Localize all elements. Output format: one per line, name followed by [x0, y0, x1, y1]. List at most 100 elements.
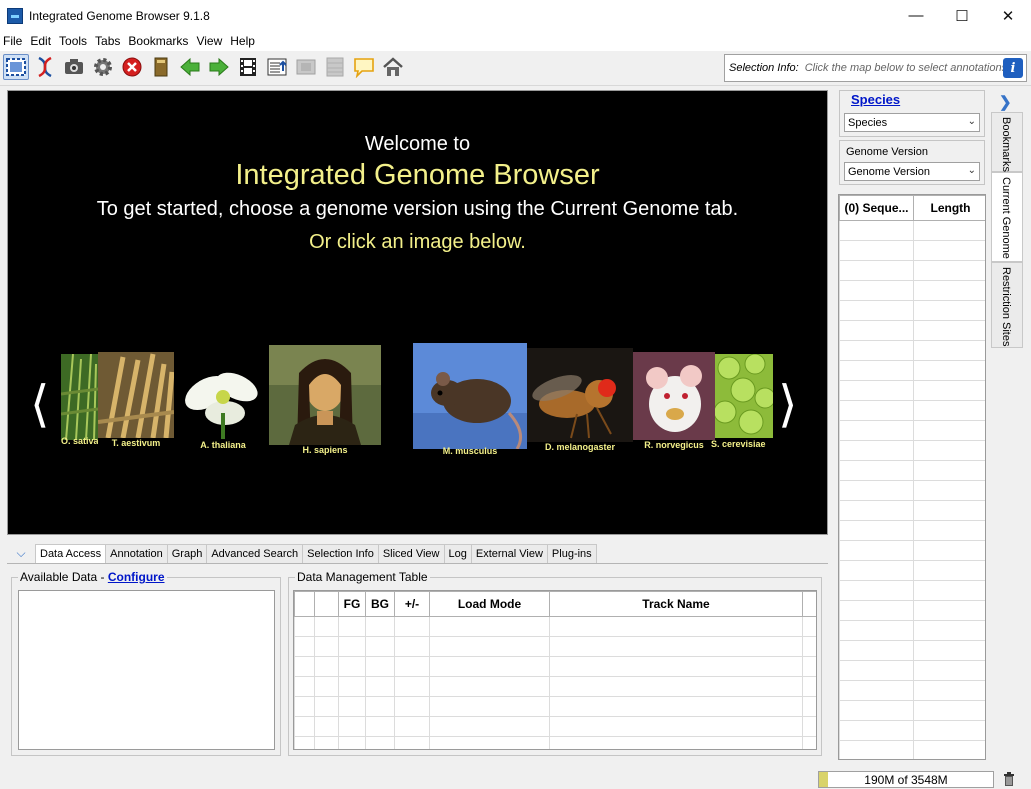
menu-bookmarks[interactable]: Bookmarks	[128, 34, 188, 48]
disabled-panel-button[interactable]	[293, 54, 319, 80]
column-header-plus-minus[interactable]: +/-	[394, 591, 430, 617]
table-row[interactable]	[839, 500, 985, 521]
column-header[interactable]	[314, 591, 339, 617]
tab-graph[interactable]: Graph	[166, 544, 208, 563]
table-row[interactable]	[839, 380, 985, 401]
table-row[interactable]	[839, 420, 985, 441]
table-row[interactable]	[839, 280, 985, 301]
movie-button[interactable]	[235, 54, 261, 80]
carousel-item-wheat[interactable]: T. aestivum	[97, 352, 175, 448]
carousel-item-arabidopsis[interactable]: A. thaliana	[177, 353, 269, 453]
column-header-length[interactable]: Length	[913, 195, 985, 221]
tab-restriction-sites[interactable]: Restriction Sites	[991, 262, 1023, 348]
menu-tools[interactable]: Tools	[59, 34, 87, 48]
tab-data-access[interactable]: Data Access	[35, 544, 107, 563]
menu-file[interactable]: File	[3, 34, 22, 48]
collapse-chevron-down-icon[interactable]: ⌵	[7, 544, 35, 563]
garbage-collect-button[interactable]	[1002, 772, 1016, 789]
menu-edit[interactable]: Edit	[30, 34, 51, 48]
carousel-item-fly[interactable]: D. melanogaster	[527, 348, 633, 456]
menu-tabs[interactable]: Tabs	[95, 34, 120, 48]
table-row[interactable]	[294, 676, 816, 697]
stop-button[interactable]	[119, 54, 145, 80]
tab-bookmarks[interactable]: Bookmarks	[991, 112, 1023, 172]
table-row[interactable]	[839, 720, 985, 741]
table-row[interactable]	[839, 740, 985, 759]
table-row[interactable]	[839, 400, 985, 421]
table-row[interactable]	[839, 520, 985, 541]
table-row[interactable]	[839, 320, 985, 341]
menu-help[interactable]: Help	[230, 34, 255, 48]
table-row[interactable]	[839, 600, 985, 621]
carousel-item-rat[interactable]: R. norvegicus	[633, 352, 715, 452]
column-header-load-mode[interactable]: Load Mode	[429, 591, 550, 617]
table-row[interactable]	[294, 656, 816, 677]
table-row[interactable]	[294, 716, 816, 737]
table-row[interactable]	[839, 240, 985, 261]
carousel-item-human[interactable]: H. sapiens	[269, 345, 381, 457]
table-row[interactable]	[839, 680, 985, 701]
feedback-button[interactable]	[351, 54, 377, 80]
table-row[interactable]	[839, 220, 985, 241]
tab-selection-info[interactable]: Selection Info	[302, 544, 379, 563]
info-icon[interactable]: i	[1003, 58, 1023, 78]
table-row[interactable]	[294, 636, 816, 657]
carousel-item-mouse[interactable]: M. musculus	[413, 343, 527, 459]
configure-link[interactable]: Configure	[108, 570, 165, 584]
column-header-bg[interactable]: BG	[365, 591, 395, 617]
column-header-sequence[interactable]: (0) Seque...	[839, 195, 914, 221]
available-data-tree[interactable]	[18, 590, 275, 750]
table-row[interactable]	[839, 560, 985, 581]
table-row[interactable]	[839, 360, 985, 381]
table-row[interactable]	[294, 696, 816, 717]
menu-view[interactable]: View	[196, 34, 222, 48]
table-cell	[294, 696, 315, 717]
table-row[interactable]	[839, 260, 985, 281]
genome-version-select[interactable]: Genome Version ⌄	[844, 162, 980, 181]
table-row[interactable]	[839, 480, 985, 501]
carousel-next-icon[interactable]: ⟩	[778, 379, 798, 429]
maximize-button[interactable]: ☐	[939, 0, 985, 31]
carousel-prev-icon[interactable]: ⟨	[30, 379, 50, 429]
table-row[interactable]	[839, 440, 985, 461]
select-mode-button[interactable]	[3, 54, 29, 80]
table-row[interactable]	[839, 580, 985, 601]
tab-current-genome[interactable]: Current Genome	[991, 172, 1023, 262]
home-button[interactable]	[380, 54, 406, 80]
disabled-grid-button[interactable]	[322, 54, 348, 80]
table-row[interactable]	[294, 616, 816, 637]
tab-log[interactable]: Log	[443, 544, 472, 563]
settings-button[interactable]	[90, 54, 116, 80]
close-button[interactable]: ✕	[985, 0, 1031, 31]
table-row[interactable]	[839, 540, 985, 561]
column-header-fg[interactable]: FG	[338, 591, 366, 617]
back-button[interactable]	[177, 54, 203, 80]
minimize-button[interactable]: —	[893, 0, 939, 31]
tab-annotation[interactable]: Annotation	[105, 544, 168, 563]
expand-chevron-right-icon[interactable]: ❯	[999, 93, 1012, 111]
table-row[interactable]	[839, 300, 985, 321]
forward-button[interactable]	[206, 54, 232, 80]
species-select[interactable]: Species ⌄	[844, 113, 980, 132]
column-header[interactable]	[802, 591, 816, 617]
column-header-track-name[interactable]: Track Name	[549, 591, 803, 617]
screenshot-button[interactable]	[61, 54, 87, 80]
carousel-item-rice[interactable]: O. sativa japonica	[60, 353, 99, 446]
column-header[interactable]	[294, 591, 315, 617]
tab-advanced-search[interactable]: Advanced Search	[206, 544, 304, 563]
upload-panel-button[interactable]	[264, 54, 290, 80]
table-row[interactable]	[294, 736, 816, 749]
dna-button[interactable]	[32, 54, 58, 80]
table-row[interactable]	[839, 660, 985, 681]
table-row[interactable]	[839, 620, 985, 641]
tab-sliced-view[interactable]: Sliced View	[377, 544, 445, 563]
table-row[interactable]	[839, 700, 985, 721]
tab-plug-ins[interactable]: Plug-ins	[546, 544, 597, 563]
species-link[interactable]: Species	[851, 92, 900, 107]
table-row[interactable]	[839, 340, 985, 361]
table-row[interactable]	[839, 640, 985, 661]
carousel-item-yeast[interactable]: S. cerevisiae	[711, 353, 776, 452]
tab-external-view[interactable]: External View	[470, 544, 548, 563]
bookmark-button[interactable]	[148, 54, 174, 80]
table-row[interactable]	[839, 460, 985, 481]
